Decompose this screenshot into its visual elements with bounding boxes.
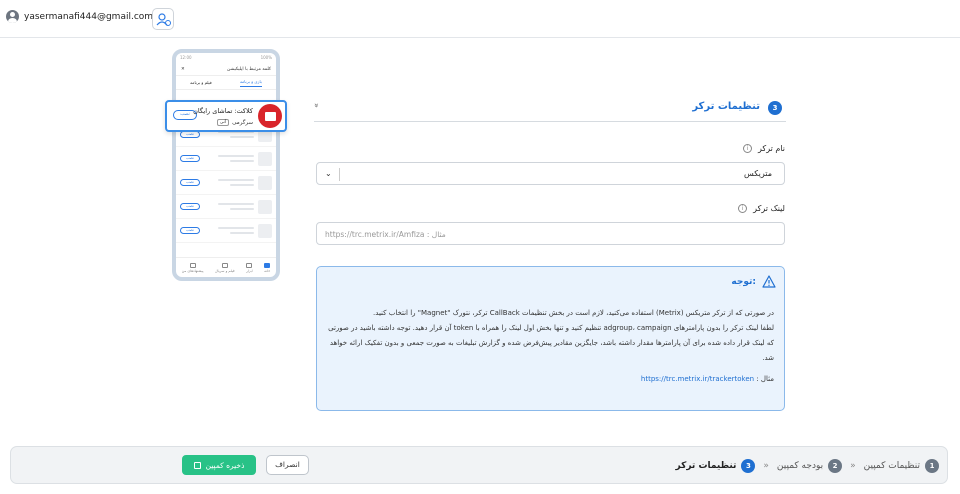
notice-title: توجه:	[731, 277, 756, 287]
section-title: تنظیمات ترکر	[692, 101, 760, 112]
phone-status-bar: 12:00 100%	[180, 55, 272, 60]
notice-box: توجه: در صورتی که از ترکر متریکس (Metrix…	[316, 266, 785, 411]
close-icon: ✕	[181, 66, 185, 72]
highlighted-ad-preview: نصب کلاکت: تماشای رایگان آنی سرگرمی	[165, 100, 287, 132]
tracker-name-label-row: i نام ترکر	[742, 144, 785, 153]
example-link[interactable]: https://trc.metrix.ir/trackertoken	[641, 375, 754, 383]
list-item: نصب	[176, 195, 276, 219]
tracker-name-select[interactable]: ⌄ متریکس	[316, 162, 785, 185]
list-item: نصب	[176, 171, 276, 195]
ad-app-category: آنی سرگرمی	[216, 119, 253, 126]
main-content: 12:00 100% ✕ کلمه مرتبط با اپلیکیشن فیلم…	[0, 38, 960, 494]
phone-preview: 12:00 100% ✕ کلمه مرتبط با اپلیکیشن فیلم…	[172, 49, 280, 281]
tracker-name-value: متریکس	[744, 169, 772, 178]
phone-header: ✕ کلمه مرتبط با اپلیکیشن	[176, 63, 276, 76]
tracker-link-placeholder: https://trc.metrix.ir/Amfiza : مثال	[325, 230, 446, 239]
notice-line-2: لطفا لینک ترکر را بدون پارامترهای adgrou…	[328, 324, 774, 362]
phone-bottom-nav: پیشنهادهای من فیلم و سریال ابزار خانه	[176, 257, 276, 277]
tracker-name-label: نام ترکر	[757, 144, 785, 153]
ad-app-name: کلاکت: تماشای رایگان	[193, 107, 253, 115]
chevron-down-icon[interactable]: ⌄	[325, 169, 332, 178]
footer-bar: ذخیره کمپین انصراف تنظیمات ترکر 3 » بودج…	[10, 446, 948, 484]
step-separator-icon: »	[850, 461, 856, 471]
user-email: yasermanafi444@gmail.com	[24, 11, 154, 22]
warning-icon	[762, 275, 776, 288]
step-campaign-settings[interactable]: تنظیمات کمپین 1	[864, 459, 939, 473]
step-campaign-budget[interactable]: بودجه کمپین 2	[777, 459, 843, 473]
step-tracker-settings[interactable]: تنظیمات ترکر 3	[676, 459, 756, 473]
select-divider	[339, 168, 340, 181]
phone-tabs: فیلم و برنامه بازی و برنامه	[176, 76, 276, 90]
info-icon[interactable]: i	[738, 204, 748, 213]
tracker-link-input[interactable]: https://trc.metrix.ir/Amfiza : مثال	[316, 222, 785, 245]
cancel-button[interactable]: انصراف	[266, 455, 309, 475]
stepper: تنظیمات ترکر 3 » بودجه کمپین 2 » تنظیمات…	[676, 459, 939, 473]
top-bar: yasermanafi444@gmail.com ⌄	[0, 0, 960, 38]
notice-line-1: در صورتی که از ترکر متریکس (Metrix) استف…	[373, 309, 774, 317]
add-user-button[interactable]	[152, 8, 174, 30]
section-number-badge: 3	[768, 101, 782, 115]
tracker-link-label-row: i لینک ترکر	[738, 204, 785, 213]
save-campaign-button[interactable]: ذخیره کمپین	[182, 455, 256, 475]
notice-example: مثال : https://trc.metrix.ir/trackertoke…	[640, 375, 774, 383]
info-icon[interactable]: i	[742, 144, 752, 153]
user-avatar-icon	[6, 10, 19, 23]
user-menu[interactable]: yasermanafi444@gmail.com ⌄	[6, 10, 165, 23]
list-item: نصب	[176, 147, 276, 171]
notice-body: در صورتی که از ترکر متریکس (Metrix) استف…	[327, 306, 774, 387]
add-user-icon	[156, 13, 171, 26]
list-item: نصب	[176, 219, 276, 243]
tracker-link-label: لینک ترکر	[753, 204, 785, 213]
app-logo-icon	[258, 104, 282, 128]
step-separator-icon: »	[763, 461, 769, 471]
section-header[interactable]: » تنظیمات ترکر 3	[312, 90, 786, 122]
save-icon	[193, 461, 201, 469]
collapse-icon[interactable]: »	[312, 103, 321, 108]
